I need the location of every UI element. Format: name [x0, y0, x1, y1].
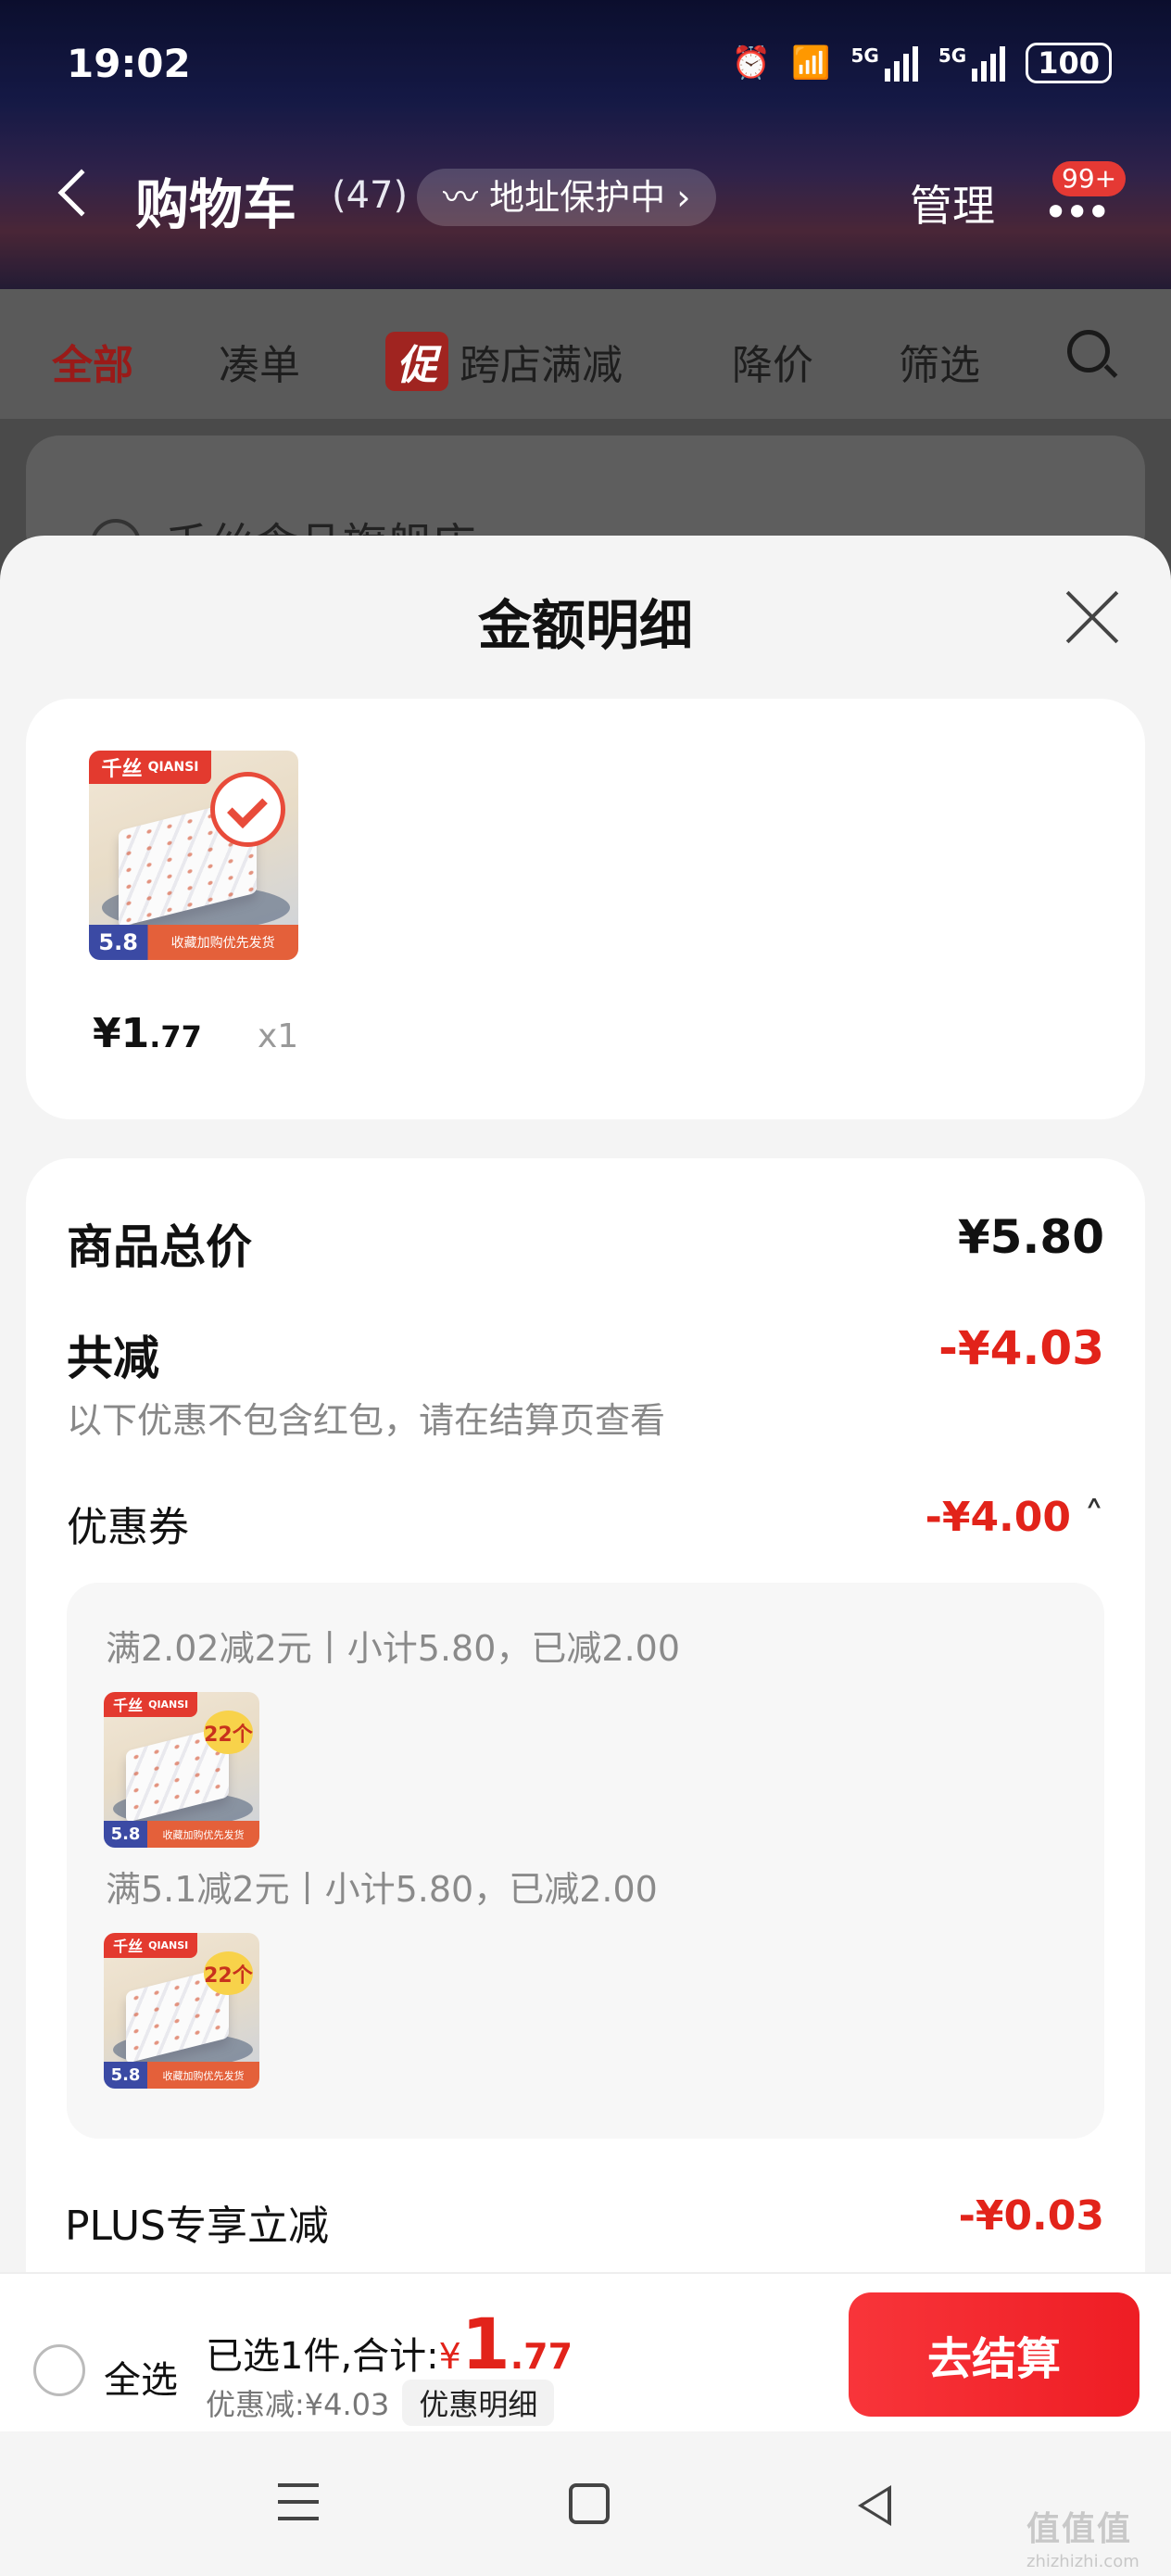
filter-tabs: 全部 凑单 促跨店满减 降价 筛选 — [0, 289, 1171, 419]
alarm-icon: ⏰ — [731, 44, 772, 82]
chevron-right-icon: › — [665, 177, 691, 218]
coupon-toggle[interactable]: -¥4.00 ˄ — [925, 1494, 1104, 1541]
amount-detail-sheet: 金额明细 千丝 QIANSI 5.8 收藏加购优先发货 ¥1.77 x1 商品总价 … — [0, 536, 1171, 2576]
manage-button[interactable]: 管理 — [910, 172, 995, 234]
status-time: 19:02 — [67, 41, 191, 86]
plus-discount-label: PLUS专享立减 — [65, 2203, 329, 2250]
selected-item-card: 千丝 QIANSI 5.8 收藏加购优先发货 ¥1.77 x1 — [26, 699, 1145, 1119]
plus-discount-value: -¥0.03 — [958, 2192, 1104, 2240]
coupon-product-image: 千丝 QIANSI 22个 5.8 收藏加购优先发货 — [104, 1692, 259, 1848]
home-icon[interactable] — [569, 2483, 610, 2524]
item-quantity: x1 — [258, 1017, 299, 1055]
total-discount-label: 共减 — [67, 1332, 159, 1385]
checkout-button[interactable]: 去结算 — [849, 2292, 1140, 2417]
tab-price-drop[interactable]: 降价 — [732, 332, 813, 391]
discount-note: 以下优惠不包含红包，请在结算页查看 — [67, 1400, 666, 1441]
check-icon — [210, 771, 286, 847]
goods-total-label: 商品总价 — [67, 1220, 252, 1274]
count-tag: 22个 — [203, 1711, 254, 1755]
goods-total-value: ¥5.80 — [957, 1210, 1104, 1264]
select-all-label[interactable]: 全选 — [104, 2350, 178, 2404]
item-price: ¥1.77 — [93, 1010, 202, 1057]
status-icons: ⏰ 📶 5G 5G 100 — [732, 43, 1112, 83]
tab-cross-store[interactable]: 促跨店满减 — [385, 332, 623, 391]
message-badge: 99+ — [1052, 161, 1127, 196]
promo-tag: 促 — [385, 332, 448, 391]
coupon-label: 优惠券 — [67, 1504, 189, 1551]
tab-bundle[interactable]: 凑单 — [219, 332, 300, 391]
brand-label: 千丝 QIANSI — [89, 751, 212, 785]
total-discount-value: -¥4.03 — [938, 1321, 1104, 1375]
coupon-detail-box: 满2.02减2元丨小计5.80，已减2.00 千丝 QIANSI 22个 5.8 收… — [67, 1583, 1104, 2139]
coupon-value: -¥4.00 — [925, 1494, 1071, 1541]
product-image[interactable]: 千丝 QIANSI 5.8 收藏加购优先发货 — [89, 751, 298, 960]
thumb-promo-bar: 5.8 收藏加购优先发货 — [89, 924, 298, 960]
coupon-rule-2: 满5.1减2元丨小计5.80，已减2.00 — [106, 1869, 658, 1910]
tab-all[interactable]: 全部 — [52, 332, 133, 391]
address-protection-button[interactable]: 〰 地址保护中 › — [417, 169, 717, 226]
chevron-up-icon: ˄ — [1071, 1494, 1104, 1541]
battery-icon: 100 — [1026, 43, 1112, 83]
checkout-bar: 全选 已选1件,合计:¥1.77 优惠减:¥4.03 优惠明细 去结算 — [0, 2272, 1171, 2431]
cart-header-background: 19:02 ⏰ 📶 5G 5G 100 购物车 (47) 〰 地址保护中 › 管… — [0, 0, 1171, 289]
search-icon[interactable] — [1067, 330, 1110, 373]
count-tag: 22个 — [203, 1951, 254, 1996]
signal-icon: 5G — [851, 44, 918, 82]
back-triangle-icon[interactable] — [858, 2485, 891, 2526]
signal-icon: 5G — [938, 44, 1006, 82]
coupon-product-image: 千丝 QIANSI 22个 5.8 收藏加购优先发货 — [104, 1933, 259, 2089]
select-all-radio[interactable] — [33, 2344, 85, 2396]
back-arrow-icon[interactable] — [57, 169, 106, 217]
coupon-rule-1: 满2.02减2元丨小计5.80，已减2.00 — [106, 1628, 681, 1669]
discount-detail-button[interactable]: 优惠明细 — [402, 2380, 555, 2426]
system-nav-bar — [0, 2431, 1171, 2576]
wifi-icon: 📶 — [791, 44, 831, 82]
tab-filter[interactable]: 筛选 — [899, 332, 980, 391]
cart-count: (47) — [332, 174, 409, 217]
eye-closed-icon: 〰 — [443, 177, 490, 218]
menu-icon[interactable] — [278, 2483, 319, 2520]
sheet-title: 金额明细 — [477, 594, 693, 657]
total-price: 已选1件,合计:¥1.77 — [206, 2303, 573, 2385]
page-title: 购物车 — [135, 173, 297, 236]
watermark: 值值值 zhizhizhi.com — [1026, 2510, 1140, 2571]
close-icon[interactable] — [1064, 587, 1121, 645]
discount-summary: 优惠减:¥4.03 优惠明细 — [206, 2380, 555, 2426]
